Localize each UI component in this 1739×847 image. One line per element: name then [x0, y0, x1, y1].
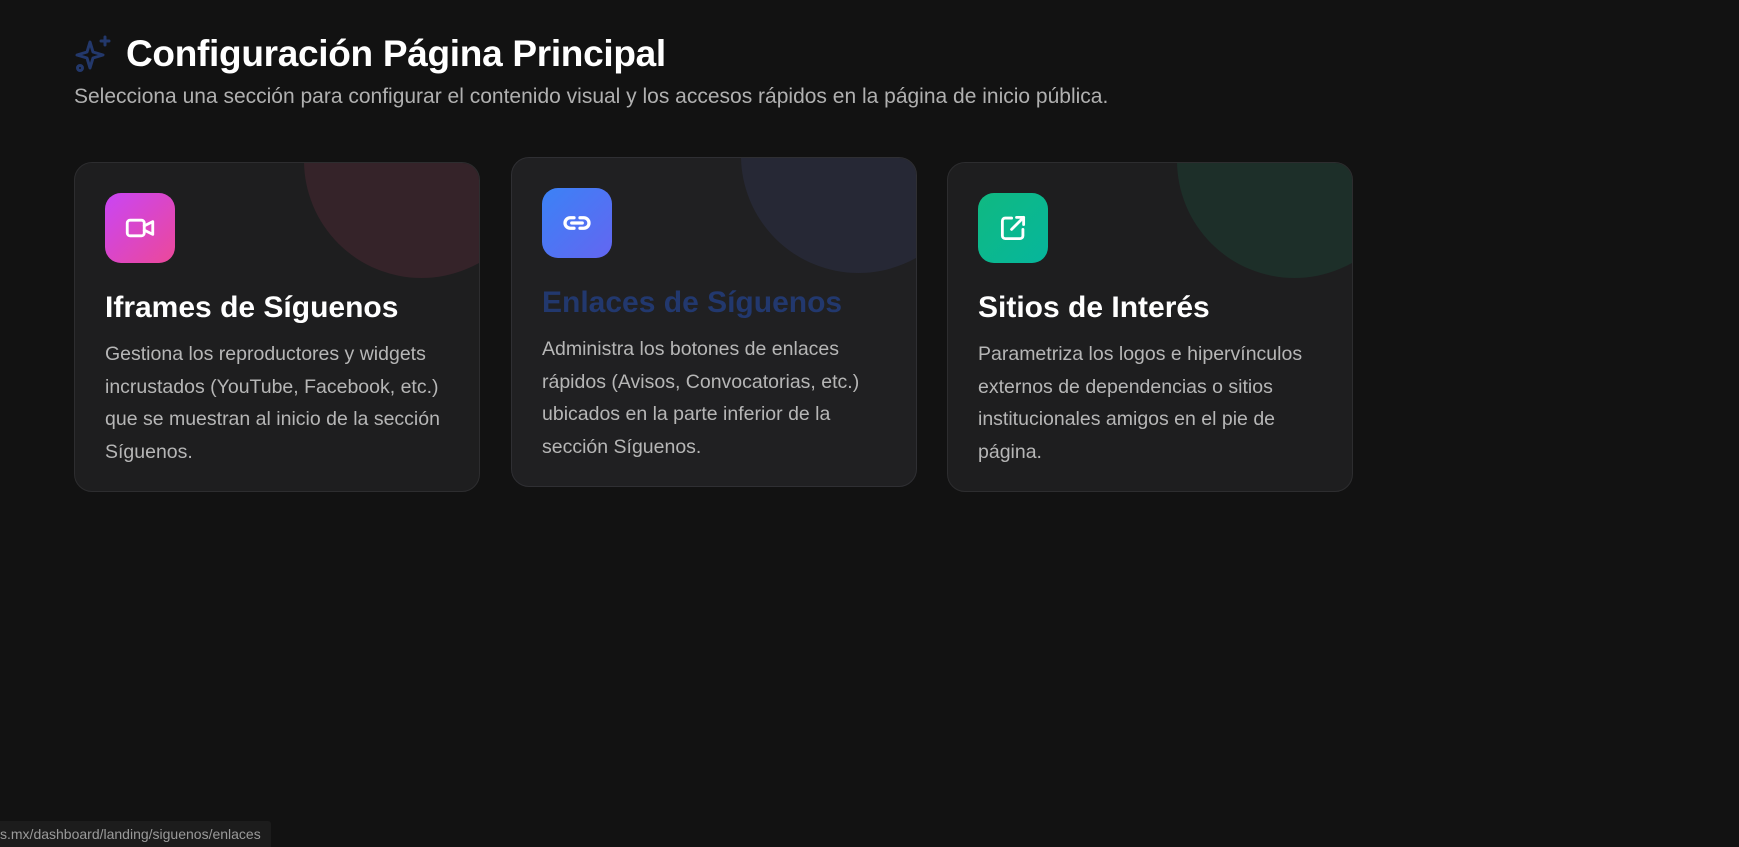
external-link-icon — [978, 193, 1048, 263]
card-iframes-siguenos[interactable]: Iframes de Síguenos Gestiona los reprodu… — [74, 162, 480, 492]
card-title: Iframes de Síguenos — [105, 291, 399, 324]
page-header: Configuración Página Principal Seleccion… — [74, 30, 1108, 112]
sparkles-icon — [74, 34, 114, 74]
card-description: Parametriza los logos e hipervínculos ex… — [978, 343, 1303, 463]
card-sitios-interes[interactable]: Sitios de Interés Parametriza los logos … — [947, 162, 1353, 492]
page-subtitle: Selecciona una sección para configurar e… — [74, 85, 1109, 108]
card-title: Sitios de Interés — [978, 291, 1210, 324]
card-description: Administra los botones de enlaces rápido… — [542, 338, 860, 458]
card-decoration — [1177, 163, 1352, 278]
card-description: Gestiona los reproductores y widgets inc… — [105, 343, 440, 463]
card-title: Enlaces de Síguenos — [542, 286, 843, 319]
status-bar-url: s.mx/dashboard/landing/siguenos/enlaces — [0, 821, 271, 847]
section-cards: Iframes de Síguenos Gestiona los reprodu… — [74, 157, 1354, 502]
title-row: Configuración Página Principal — [74, 30, 1108, 78]
page-title: Configuración Página Principal — [126, 33, 666, 74]
video-icon — [105, 193, 175, 263]
card-decoration — [741, 158, 916, 273]
link-icon — [542, 188, 612, 258]
card-decoration — [304, 163, 479, 278]
card-enlaces-siguenos[interactable]: Enlaces de Síguenos Administra los boton… — [511, 157, 917, 487]
